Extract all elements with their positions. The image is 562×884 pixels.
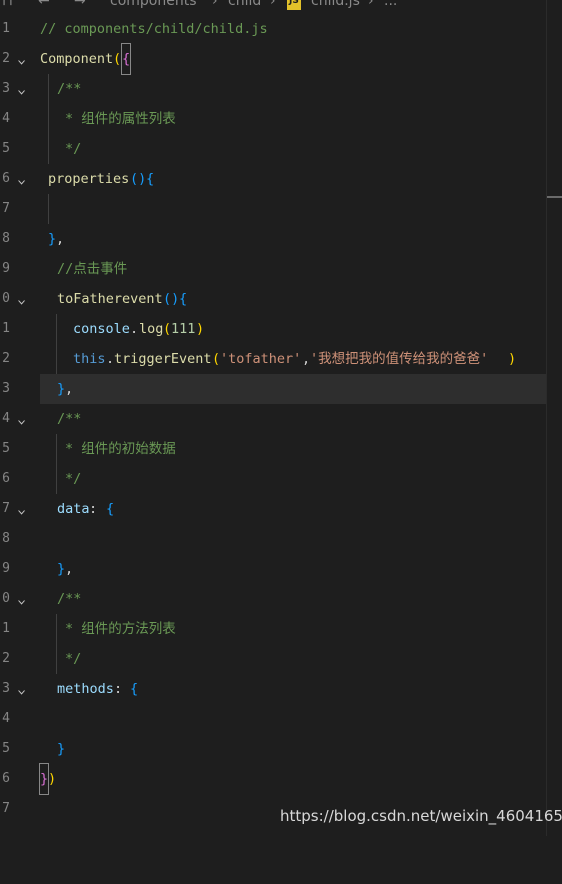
comment: */ xyxy=(65,651,82,667)
identifier: console xyxy=(73,321,130,337)
code-line-5: */ xyxy=(0,134,546,164)
punctuation: , xyxy=(65,381,74,397)
code-line-25: } xyxy=(0,734,546,764)
bracket: { xyxy=(120,43,132,75)
code-line-8: } , xyxy=(0,224,546,254)
bracket: { xyxy=(179,291,188,307)
function-name: log xyxy=(139,321,164,337)
comment: * 组件的初始数据 xyxy=(65,441,176,457)
code-line-4: * 组件的属性列表 xyxy=(0,104,546,134)
comment: */ xyxy=(65,471,82,487)
bracket: } xyxy=(57,381,66,397)
code-line-23: methods : { xyxy=(0,674,546,704)
bracket: () xyxy=(163,291,180,307)
bracket: } xyxy=(48,231,57,247)
code-line-16: */ xyxy=(0,464,546,494)
bracket: ( xyxy=(113,51,122,67)
code-line-20: /** xyxy=(0,584,546,614)
function-name: Component xyxy=(40,51,114,67)
code-line-3: /** xyxy=(0,74,546,104)
bracket: } xyxy=(38,763,50,795)
code-line-13: } , xyxy=(0,374,546,404)
code-line-2: Component ( { xyxy=(0,43,546,75)
code-line-22: */ xyxy=(0,644,546,674)
comment: // components/child/child.js xyxy=(40,21,268,37)
code-line-1: // components/child/child.js xyxy=(0,14,546,44)
code-line-17: data : { xyxy=(0,494,546,524)
comment: */ xyxy=(65,141,82,157)
code-line-14: /** xyxy=(0,404,546,434)
code-line-10: toFatherevent () { xyxy=(0,284,546,314)
bracket: } xyxy=(57,741,66,757)
punctuation: . xyxy=(130,321,139,337)
comment: //点击事件 xyxy=(57,261,128,277)
property-key: data xyxy=(57,501,90,517)
code-line-6: properties () { xyxy=(0,164,546,194)
punctuation: , xyxy=(302,351,311,367)
scrollbar-cursor-marker xyxy=(547,196,562,198)
property-key: methods xyxy=(57,681,114,697)
bracket: ) xyxy=(508,351,517,367)
comment: /** xyxy=(57,591,82,607)
bracket: { xyxy=(130,681,139,697)
punctuation: : xyxy=(114,681,131,697)
punctuation: , xyxy=(56,231,65,247)
function-name: triggerEvent xyxy=(114,351,212,367)
string: '我想把我的值传给我的爸爸' xyxy=(310,351,489,367)
code-line-19: } , xyxy=(0,554,546,584)
comment: * 组件的属性列表 xyxy=(65,111,176,127)
string: 'tofather' xyxy=(220,351,302,367)
punctuation: : xyxy=(89,501,106,517)
method-name: toFatherevent xyxy=(57,291,163,307)
punctuation: . xyxy=(106,351,115,367)
code-line-9: //点击事件 xyxy=(0,254,546,284)
bracket: ( xyxy=(212,351,221,367)
code-line-26: } ) xyxy=(0,763,546,795)
vertical-scrollbar[interactable] xyxy=(546,0,562,836)
comment: /** xyxy=(57,411,82,427)
bracket: ) xyxy=(196,321,205,337)
method-name: properties xyxy=(48,171,130,187)
bracket: ( xyxy=(163,321,172,337)
comment: /** xyxy=(57,81,82,97)
watermark: https://blog.csdn.net/weixin_46041654 xyxy=(280,807,562,825)
bracket: ) xyxy=(48,771,57,787)
code-line-11: console . log ( 111 ) xyxy=(0,314,546,344)
bracket: } xyxy=(57,561,66,577)
number: 111 xyxy=(171,321,196,337)
code-line-21: * 组件的方法列表 xyxy=(0,614,546,644)
code-line-15: * 组件的初始数据 xyxy=(0,434,546,464)
bracket: () xyxy=(130,171,147,187)
code-line-12: this . triggerEvent ( 'tofather' , '我想把我… xyxy=(0,344,546,374)
bracket: { xyxy=(106,501,115,517)
comment: * 组件的方法列表 xyxy=(65,621,176,637)
punctuation: , xyxy=(65,561,74,577)
bracket: { xyxy=(146,171,155,187)
keyword: this xyxy=(73,351,106,367)
code-editor[interactable]: // components/child/child.js Component (… xyxy=(0,0,562,836)
